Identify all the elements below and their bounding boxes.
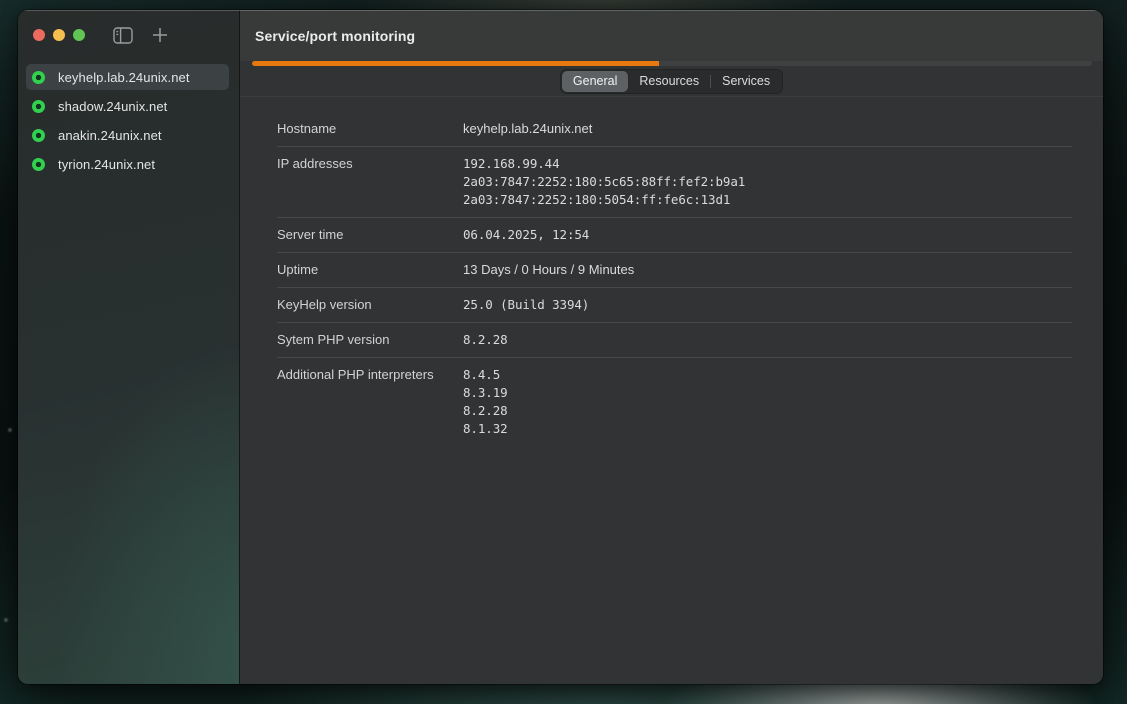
row-value: 13 Days / 0 Hours / 9 Minutes bbox=[463, 261, 634, 279]
server-label: anakin.24unix.net bbox=[58, 128, 162, 143]
tab-services[interactable]: Services bbox=[711, 71, 781, 92]
details-table: Hostname keyhelp.lab.24unix.net IP addre… bbox=[240, 97, 1103, 446]
detail-row-additional-php: Additional PHP interpreters 8.4.5 8.3.19… bbox=[277, 358, 1072, 446]
content-titlebar: Service/port monitoring bbox=[240, 10, 1103, 61]
row-label: Uptime bbox=[277, 261, 463, 279]
detail-row-keyhelp-version: KeyHelp version 25.0 (Build 3394) bbox=[277, 288, 1072, 323]
server-label: tyrion.24unix.net bbox=[58, 157, 155, 172]
row-label: Hostname bbox=[277, 120, 463, 138]
row-label: Server time bbox=[277, 226, 463, 244]
window-toolbar bbox=[18, 10, 239, 58]
status-online-icon bbox=[32, 129, 45, 142]
tab-strip: General Resources Services bbox=[240, 66, 1103, 97]
main-content: Service/port monitoring General Resource… bbox=[240, 10, 1103, 684]
row-value: 8.2.28 bbox=[463, 331, 508, 349]
page-title: Service/port monitoring bbox=[255, 28, 415, 44]
sidebar-item-shadow[interactable]: shadow.24unix.net bbox=[26, 93, 229, 119]
row-label: Additional PHP interpreters bbox=[277, 366, 463, 384]
minimize-button[interactable] bbox=[53, 29, 65, 41]
app-window: keyhelp.lab.24unix.net shadow.24unix.net… bbox=[18, 10, 1103, 684]
server-list: keyhelp.lab.24unix.net shadow.24unix.net… bbox=[18, 58, 239, 177]
row-value: 192.168.99.44 2a03:7847:2252:180:5c65:88… bbox=[463, 155, 745, 209]
detail-row-server-time: Server time 06.04.2025, 12:54 bbox=[277, 218, 1072, 253]
detail-row-ip-addresses: IP addresses 192.168.99.44 2a03:7847:225… bbox=[277, 147, 1072, 218]
tab-general[interactable]: General bbox=[562, 71, 628, 92]
row-label: KeyHelp version bbox=[277, 296, 463, 314]
sidebar-item-tyrion[interactable]: tyrion.24unix.net bbox=[26, 151, 229, 177]
add-server-icon[interactable] bbox=[152, 27, 168, 43]
traffic-lights bbox=[33, 29, 85, 41]
detail-row-hostname: Hostname keyhelp.lab.24unix.net bbox=[277, 112, 1072, 147]
row-value: keyhelp.lab.24unix.net bbox=[463, 120, 592, 138]
sidebar-toggle-icon[interactable] bbox=[113, 27, 133, 44]
status-online-icon bbox=[32, 158, 45, 171]
status-online-icon bbox=[32, 100, 45, 113]
tab-resources[interactable]: Resources bbox=[628, 71, 710, 92]
row-value: 25.0 (Build 3394) bbox=[463, 296, 589, 314]
row-value: 06.04.2025, 12:54 bbox=[463, 226, 589, 244]
server-label: keyhelp.lab.24unix.net bbox=[58, 70, 190, 85]
detail-row-uptime: Uptime 13 Days / 0 Hours / 9 Minutes bbox=[277, 253, 1072, 288]
status-online-icon bbox=[32, 71, 45, 84]
row-label: IP addresses bbox=[277, 155, 463, 173]
close-button[interactable] bbox=[33, 29, 45, 41]
sidebar: keyhelp.lab.24unix.net shadow.24unix.net… bbox=[18, 10, 240, 684]
server-label: shadow.24unix.net bbox=[58, 99, 167, 114]
tab-segmented-control: General Resources Services bbox=[560, 69, 783, 94]
row-label: Sytem PHP version bbox=[277, 331, 463, 349]
detail-row-system-php-version: Sytem PHP version 8.2.28 bbox=[277, 323, 1072, 358]
sidebar-item-keyhelp[interactable]: keyhelp.lab.24unix.net bbox=[26, 64, 229, 90]
row-value: 8.4.5 8.3.19 8.2.28 8.1.32 bbox=[463, 366, 508, 438]
zoom-button[interactable] bbox=[73, 29, 85, 41]
sidebar-item-anakin[interactable]: anakin.24unix.net bbox=[26, 122, 229, 148]
